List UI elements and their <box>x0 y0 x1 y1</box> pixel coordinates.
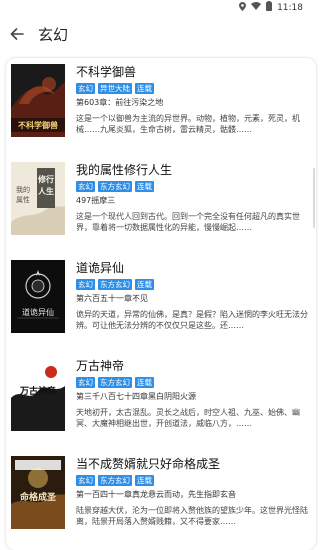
arrow-left-icon <box>10 28 24 40</box>
status-icons: 11:18 <box>239 1 303 14</box>
cover-text: 道诡异仙 <box>22 307 54 317</box>
tag-list: 玄幻 东方玄幻 连载 <box>76 181 310 192</box>
tag[interactable]: 东方玄幻 <box>98 181 132 192</box>
book-description: 这是一个现代人回到古代。回到一个完全没有任何超凡的真实世界，靠着将一切数据属性化… <box>76 212 300 232</box>
latest-chapter: 第六百五十一章不见 <box>76 294 148 303</box>
tag[interactable]: 玄幻 <box>76 279 95 290</box>
book-description: 陆景穿越大伏，沦为一位即将入赘他族的望族少年。这世界光怪陆离，陆景开局落入赘婿贱… <box>76 506 308 526</box>
status-time: 11:18 <box>277 2 303 13</box>
tag[interactable]: 连载 <box>135 83 154 94</box>
latest-chapter: 第603章：前往污染之地 <box>76 98 164 107</box>
page-title: 玄幻 <box>38 25 69 44</box>
tag[interactable]: 异世大陆 <box>98 83 132 94</box>
tag[interactable]: 连载 <box>135 181 154 192</box>
svg-text:我的: 我的 <box>16 185 30 194</box>
book-title[interactable]: 万古神帝 <box>76 358 310 374</box>
book-cover[interactable]: 不科学御兽 <box>11 64 65 137</box>
book-item[interactable]: 不科学御兽 不科学御兽 玄幻 异世大陆 连载 第603章：前往污染之地 这是一个… <box>6 58 316 156</box>
app-bar: 玄幻 <box>0 14 309 54</box>
location-icon <box>239 1 247 14</box>
wifi-icon <box>251 2 262 13</box>
tag[interactable]: 东方玄幻 <box>98 377 132 388</box>
book-item[interactable]: 万古神帝 万古神帝 玄幻 东方玄幻 连载 第三千八百七十四章黑白阴阳火源 天地初… <box>6 352 316 450</box>
latest-chapter: 第一百四十一章真龙悬云而动，先生指即玄音 <box>76 490 236 499</box>
book-title[interactable]: 我的属性修行人生 <box>76 162 310 178</box>
book-cover[interactable]: 道诡异仙 <box>11 260 65 333</box>
book-title[interactable]: 道诡异仙 <box>76 260 310 276</box>
tag[interactable]: 玄幻 <box>76 475 95 486</box>
book-item[interactable]: 修行 人生 我的 属性 我的属性修行人生 玄幻 东方玄幻 连载 497摇摩三 这… <box>6 156 316 254</box>
tag[interactable]: 东方玄幻 <box>98 475 132 486</box>
book-cover[interactable]: 万古神帝 <box>11 358 65 431</box>
book-item[interactable]: 命格成圣 当不成赘婿就只好命格成圣 玄幻 东方玄幻 连载 第一百四十一章真龙悬云… <box>6 450 316 548</box>
svg-text:修行: 修行 <box>37 174 54 184</box>
book-title[interactable]: 不科学御兽 <box>76 64 310 80</box>
battery-icon <box>266 1 273 14</box>
tag-list: 玄幻 东方玄幻 连载 <box>76 377 310 388</box>
book-cover[interactable]: 修行 人生 我的 属性 <box>11 162 65 235</box>
status-bar: 11:18 <box>0 0 309 14</box>
book-description: 这是一个以御兽为主流的异世界。动物，植物，元素，死灵，机械……九尾炎狐，生命古树… <box>76 114 300 134</box>
scrollbar[interactable] <box>313 168 315 228</box>
tag-list: 玄幻 东方玄幻 连载 <box>76 475 310 486</box>
back-button[interactable] <box>0 14 34 54</box>
book-description: 天地初开，太古混乱。灵长之战后，时空人祖、九巫、始佛、幽冥、大魔神相继出世，开创… <box>76 408 300 428</box>
svg-text:属性: 属性 <box>16 195 30 204</box>
cover-text: 命格成圣 <box>19 491 57 503</box>
tag[interactable]: 连载 <box>135 475 154 486</box>
svg-text:人生: 人生 <box>38 186 54 196</box>
book-item[interactable]: 道诡异仙 道诡异仙 玄幻 东方玄幻 连载 第六百五十一章不见 诡异的天道，异常的… <box>6 254 316 352</box>
cover-text: 万古神帝 <box>19 385 56 397</box>
latest-chapter: 第三千八百七十四章黑白阴阳火源 <box>76 392 196 401</box>
latest-chapter: 497摇摩三 <box>76 196 116 205</box>
tag[interactable]: 玄幻 <box>76 181 95 192</box>
book-list[interactable]: 不科学御兽 不科学御兽 玄幻 异世大陆 连载 第603章：前往污染之地 这是一个… <box>6 58 316 550</box>
book-cover[interactable]: 命格成圣 <box>11 456 65 529</box>
tag-list: 玄幻 异世大陆 连载 <box>76 83 310 94</box>
book-title[interactable]: 当不成赘婿就只好命格成圣 <box>76 456 310 472</box>
tag[interactable]: 玄幻 <box>76 377 95 388</box>
tag-list: 玄幻 东方玄幻 连载 <box>76 279 310 290</box>
book-description: 诡异的天道，异常的仙佛，是真？是假？陷入迷惘的李火旺无法分辨。可让他无法分辨的不… <box>76 310 308 330</box>
tag[interactable]: 玄幻 <box>76 83 95 94</box>
tag[interactable]: 连载 <box>135 377 154 388</box>
tag[interactable]: 连载 <box>135 279 154 290</box>
tag[interactable]: 东方玄幻 <box>98 279 132 290</box>
cover-text: 不科学御兽 <box>18 120 58 130</box>
